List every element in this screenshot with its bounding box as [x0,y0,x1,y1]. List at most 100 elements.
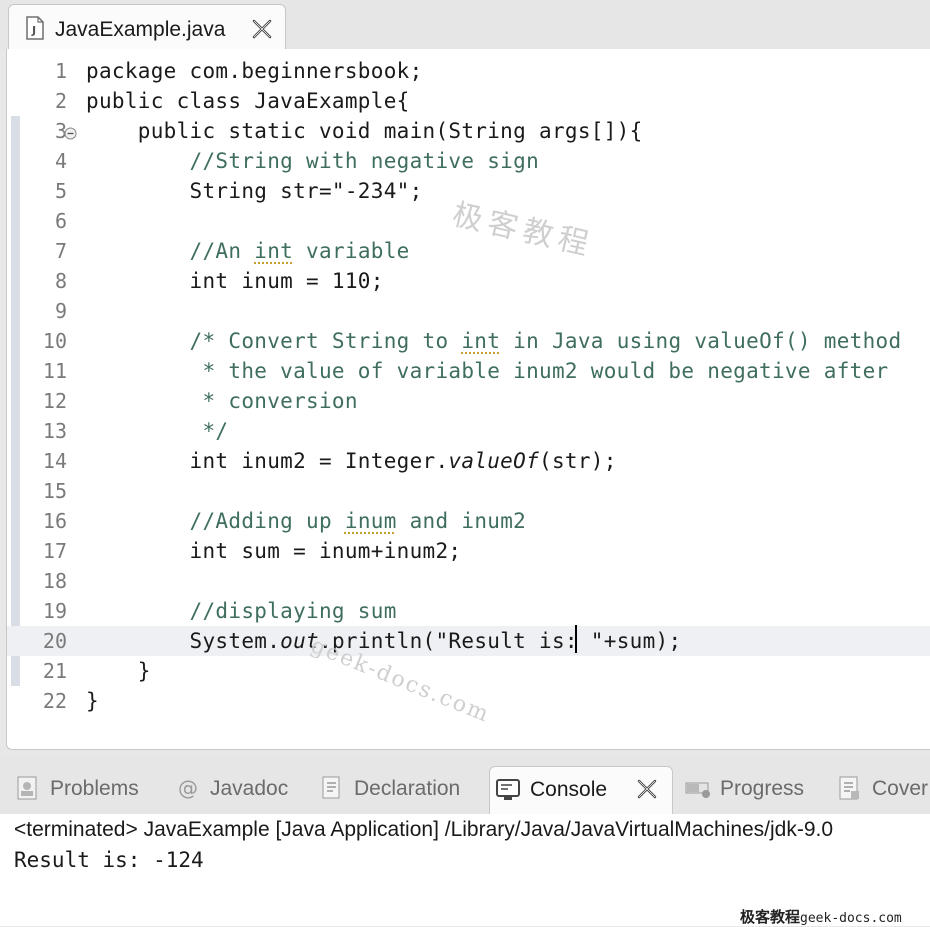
code-token: int inum2 = Integer. [86,449,448,473]
code-line[interactable]: 4 //String with negative sign [7,146,930,176]
line-number: 18 [43,569,67,593]
code-token: System. [86,629,280,653]
line-number: 11 [43,359,67,383]
tab-console[interactable]: Console [489,766,673,814]
tab-coverage[interactable]: Cover [832,766,930,814]
code-text: public class JavaExample{ [86,89,410,113]
code-line[interactable]: 7 //An int variable [7,236,930,266]
line-number: 19 [43,599,67,623]
line-number: 22 [43,689,67,713]
svg-text:@: @ [178,776,198,800]
editor-tab-javaexample[interactable]: J JavaExample.java [8,4,286,50]
bottom-panel: Problems @ Javadoc Declaration Console P… [0,756,930,926]
line-number: 13 [43,419,67,443]
code-text: * the value of variable inum2 would be n… [86,359,888,383]
code-line[interactable]: 11 * the value of variable inum2 would b… [7,356,930,386]
svg-text:J: J [31,24,36,37]
line-number: 21 [43,659,67,683]
coverage-icon [836,774,864,802]
code-token: int inum = 110; [86,269,384,293]
line-number: 15 [43,479,67,503]
line-number: 1 [55,59,67,83]
code-token: int [254,239,293,263]
code-line[interactable]: 12 * conversion [7,386,930,416]
code-token: //An [86,239,254,263]
code-text: */ [86,419,228,443]
panel-tab-bar: Problems @ Javadoc Declaration Console P… [0,756,930,814]
code-token: //displaying sum [86,599,397,623]
code-token: int [461,329,500,353]
code-line[interactable]: 18 [7,566,930,596]
close-icon[interactable] [635,777,659,801]
line-number: 9 [55,299,67,323]
code-token: //String with negative sign [86,149,539,173]
line-number: 16 [43,509,67,533]
text-cursor [575,625,577,653]
code-line[interactable]: 14 int inum2 = Integer.valueOf(str); [7,446,930,476]
line-number: 4 [55,149,67,173]
tab-label: Problems [50,777,139,801]
line-number: 10 [43,329,67,353]
code-text: } [86,659,151,683]
footer-watermark: 极客教程geek-docs.com [740,906,902,927]
code-text: //Adding up inum and inum2 [86,509,526,533]
code-token: //Adding up [86,509,345,533]
code-text: } [86,689,99,713]
fold-collapse-icon[interactable] [64,127,77,140]
editor-tab-bar: J JavaExample.java [0,0,930,50]
tab-problems[interactable]: Problems [10,766,160,814]
code-token: public class JavaExample{ [86,89,410,113]
line-number: 5 [55,179,67,203]
code-line[interactable]: 19 //displaying sum [7,596,930,626]
problems-icon [14,774,42,802]
progress-icon [684,774,712,802]
code-token: package com.beginnersbook; [86,59,423,83]
code-line[interactable]: 1 package com.beginnersbook; [7,56,930,86]
code-token: */ [86,419,228,443]
code-token: int sum = inum+inum2; [86,539,461,563]
code-token: } [86,689,99,713]
line-number: 2 [55,89,67,113]
code-token: valueOf [448,449,539,473]
line-number: 14 [43,449,67,473]
line-number: 17 [43,539,67,563]
code-line[interactable]: 2 public class JavaExample{ [7,86,930,116]
line-number: 7 [55,239,67,263]
code-text: int sum = inum+inum2; [86,539,461,563]
console-status-line: <terminated> JavaExample [Java Applicati… [14,818,833,842]
code-token: } [86,659,151,683]
code-token: * conversion [86,389,358,413]
java-file-icon: J [25,16,45,40]
code-line[interactable]: 13 */ [7,416,930,446]
code-text: //displaying sum [86,599,397,623]
code-line[interactable]: 17 int sum = inum+inum2; [7,536,930,566]
console-output[interactable]: Result is: -124 [14,848,204,872]
tab-label: Progress [720,777,804,801]
code-text: package com.beginnersbook; [86,59,423,83]
code-editor[interactable]: 1 package com.beginnersbook; 2 public class… [6,49,930,750]
close-icon[interactable] [250,17,274,41]
tab-declaration[interactable]: Declaration [314,766,484,814]
footer-watermark-cn: 极客教程 [740,908,800,926]
code-line[interactable]: 3 public static void main(String args[])… [7,116,930,146]
code-token: public static void main(String args[]){ [86,119,643,143]
code-text: //String with negative sign [86,149,539,173]
tab-label: Javadoc [210,777,288,801]
code-token: /* Convert String to [86,329,461,353]
code-line[interactable]: 16 //Adding up inum and inum2 [7,506,930,536]
code-line[interactable]: 20 System.out.println("Result is: "+sum)… [7,626,930,656]
line-number: 12 [43,389,67,413]
code-line[interactable]: 8 int inum = 110; [7,266,930,296]
code-line[interactable]: 21 } [7,656,930,686]
tab-progress[interactable]: Progress [680,766,826,814]
tab-label: Cover [872,777,928,801]
code-token: variable [293,239,410,263]
code-line[interactable]: 9 [7,296,930,326]
code-text: int inum = 110; [86,269,384,293]
declaration-icon [318,774,346,802]
at-icon: @ [174,774,202,802]
code-line[interactable]: 15 [7,476,930,506]
tab-javadoc[interactable]: @ Javadoc [170,766,310,814]
code-line[interactable]: 10 /* Convert String to int in Java usin… [7,326,930,356]
code-token: inum [345,509,397,533]
